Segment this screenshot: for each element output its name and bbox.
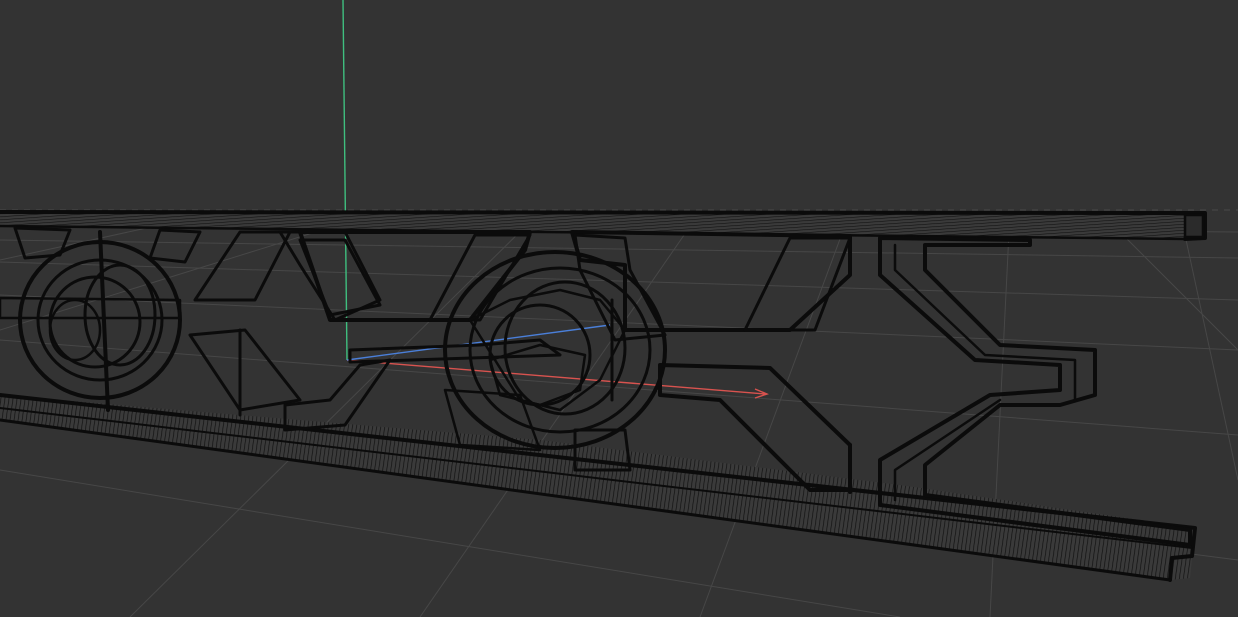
mesh-bottom-rail: [0, 393, 1197, 582]
world-axes: [342, 0, 769, 399]
z-axis-line: [346, 324, 611, 361]
y-axis-line: [342, 0, 348, 361]
viewport-canvas[interactable]: [0, 0, 1238, 617]
3d-viewport[interactable]: [0, 0, 1238, 617]
